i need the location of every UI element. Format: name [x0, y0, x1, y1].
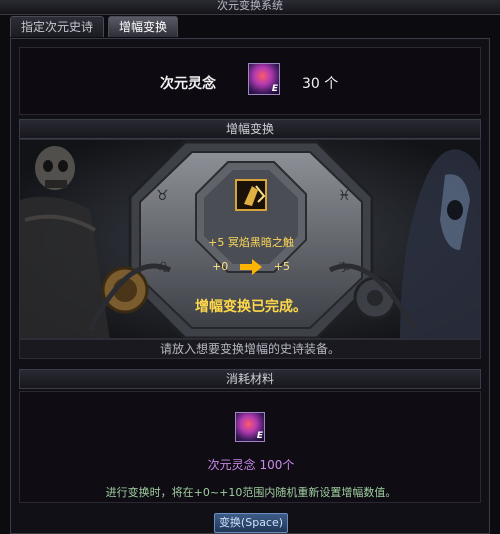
- main-panel: 次元灵念 E 30 个 增幅变换 ♉ ♓ ♌ ♑ +5 冥焰黑暗之触 +0 +5…: [10, 38, 490, 534]
- svg-text:♉: ♉: [156, 188, 169, 204]
- spirit-label: 次元灵念: [160, 76, 216, 92]
- spirit-icon-badge: E: [271, 84, 278, 94]
- amplify-scene: ♉ ♓ ♌ ♑ +5 冥焰黑暗之触 +0 +5 增幅变换已完成。: [19, 139, 481, 339]
- material-name: 次元灵念 100个: [207, 458, 295, 472]
- spirit-count: 30 个: [302, 76, 339, 92]
- tab-bar: 指定次元史诗 增幅变换: [10, 16, 179, 38]
- result-text: 增幅变换已完成。: [195, 299, 307, 315]
- item-name: 冥焰黑暗之触: [227, 236, 294, 249]
- window-title: 次元变换系统: [0, 0, 500, 15]
- hint-text: 请放入想要变换增幅的史诗装备。: [19, 339, 481, 359]
- dimension-spirit-icon: E: [248, 63, 280, 95]
- material-panel: E 次元灵念 100个 进行变换时，将在+0~+10范围内随机重新设置增幅数值。: [19, 391, 481, 503]
- material-icon-badge: E: [256, 431, 263, 441]
- from-value: +0: [212, 260, 229, 273]
- section-header-materials: 消耗材料: [19, 369, 481, 389]
- tab-amplify-convert[interactable]: 增幅变换: [108, 16, 179, 37]
- amplify-values: +0 +5: [20, 260, 480, 273]
- section-header-amplify: 增幅变换: [19, 119, 481, 139]
- tab-specify-epic[interactable]: 指定次元史诗: [10, 16, 105, 37]
- to-value: +5: [273, 260, 290, 273]
- item-prefix: +5: [208, 236, 225, 249]
- target-item-label: +5 冥焰黑暗之触: [20, 234, 480, 250]
- dimension-spirit-icon: E: [235, 412, 265, 442]
- spirit-summary: 次元灵念 E 30 个: [19, 47, 481, 115]
- svg-text:♓: ♓: [338, 188, 351, 204]
- convert-button[interactable]: 变换(Space): [214, 513, 288, 533]
- material-description: 进行变换时，将在+0~+10范围内随机重新设置增幅数值。: [105, 486, 397, 499]
